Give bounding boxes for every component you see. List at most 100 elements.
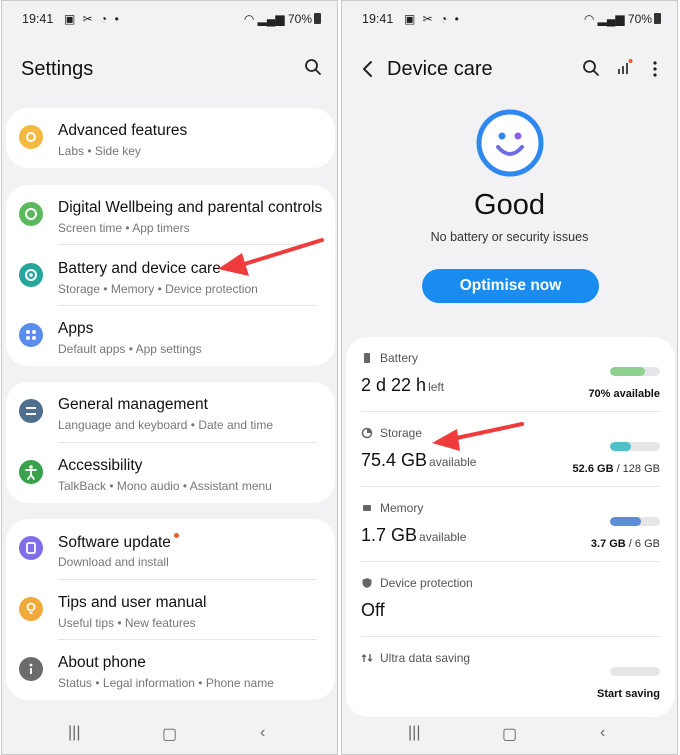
memory-chip-icon <box>361 501 373 513</box>
shield-icon <box>361 576 373 588</box>
metric-label: Device protection <box>380 576 473 590</box>
metric-right: 52.6 GB / 128 GB <box>573 463 660 475</box>
signal-icon: ▂▄▆ <box>257 12 285 26</box>
device-status-label: Good <box>474 189 545 221</box>
signal-icon: ▂▄▆ <box>597 12 625 26</box>
storage-used: 52.6 GB <box>572 463 614 475</box>
memory-metric[interactable]: Memory 1.7 GB available 3.7 GB / 6 GB <box>346 487 675 562</box>
software-update-icon <box>19 536 43 560</box>
metric-right: 70% available <box>588 388 660 400</box>
diagnostics-icon[interactable] <box>615 57 637 79</box>
item-subtitle: Labs • Side key <box>58 144 141 158</box>
item-subtitle: Screen time • App timers <box>58 221 190 235</box>
optimise-now-button[interactable]: Optimise now <box>422 269 599 303</box>
item-subtitle: Status • Legal information • Phone name <box>58 676 274 690</box>
general-management-icon <box>19 399 43 423</box>
update-badge-dot <box>173 533 179 538</box>
metric-label: Ultra data saving <box>380 651 471 665</box>
memory-total: / 6 GB <box>625 538 660 550</box>
status-right: ◠ ▂▄▆ 70% <box>584 12 661 26</box>
metric-right: Start saving <box>597 688 660 700</box>
more-options-icon[interactable] <box>645 59 667 81</box>
notification-icons: ▣ ✂ ◔ • <box>404 12 461 26</box>
apps-icon <box>19 323 43 347</box>
page-title: Settings <box>21 58 94 80</box>
metric-right: 3.7 GB / 6 GB <box>591 538 660 550</box>
memory-unit: available <box>419 530 467 544</box>
tips-bulb-icon <box>19 597 43 621</box>
status-time: 19:41 <box>362 12 394 26</box>
storage-total: / 128 GB <box>613 463 660 475</box>
item-title: Digital Wellbeing and parental controls <box>58 199 323 216</box>
storage-unit: available <box>429 455 477 469</box>
ultra-data-bar <box>610 667 660 676</box>
metric-label: Battery <box>380 351 419 365</box>
storage-pie-icon <box>361 426 373 439</box>
notification-icons: ▣ ✂ ◔ • <box>64 12 121 26</box>
battery-percent: 70% <box>287 12 312 26</box>
home-button[interactable]: ▢ <box>502 724 517 744</box>
item-subtitle: Download and install <box>58 555 169 569</box>
device-status-subtitle: No battery or security issues <box>430 230 589 244</box>
wifi-icon: ◠ <box>243 12 255 26</box>
start-saving-label[interactable]: Start saving <box>597 688 660 700</box>
battery-small-icon <box>361 351 373 363</box>
accessibility-icon <box>19 460 43 484</box>
memory-level-fill <box>610 517 641 526</box>
info-icon <box>19 657 43 681</box>
search-icon[interactable] <box>304 58 326 80</box>
item-title: Battery and device care <box>58 260 221 277</box>
settings-item-apps[interactable]: Apps Default apps • App settings <box>6 306 335 366</box>
back-arrow-icon[interactable] <box>358 59 380 81</box>
item-title: Accessibility <box>58 457 143 474</box>
storage-value: 75.4 GB <box>361 450 428 470</box>
memory-value: 1.7 GB <box>361 525 418 545</box>
storage-level-bar <box>610 442 660 451</box>
settings-item-advanced-features[interactable]: Advanced features Labs • Side key <box>6 108 335 168</box>
navigation-bar: ||| ▢ ‹ <box>342 714 677 754</box>
metric-label: Storage <box>380 426 423 440</box>
back-button[interactable]: ‹ <box>600 724 605 742</box>
battery-icon <box>314 13 321 24</box>
search-icon[interactable] <box>582 59 604 81</box>
item-subtitle: Language and keyboard • Date and time <box>58 418 274 432</box>
battery-metric[interactable]: Battery 2 d 22 h left 70% available <box>346 337 675 412</box>
status-bar: 19:41 ▣ ✂ ◔ • ◠ ▂▄▆ 70% <box>342 1 677 39</box>
battery-icon <box>654 13 661 24</box>
advanced-features-icon <box>19 125 43 149</box>
battery-level-fill <box>610 367 645 376</box>
metric-value: 75.4 GB available <box>361 450 476 471</box>
red-arrow-annotation <box>218 238 324 276</box>
ultra-data-saving-metric[interactable]: Ultra data saving Start saving <box>346 637 675 712</box>
back-button[interactable]: ‹ <box>260 724 265 742</box>
status-bar: 19:41 ▣ ✂ ◔ • ◠ ▂▄▆ 70% <box>2 1 337 39</box>
recent-apps-button[interactable]: ||| <box>68 724 80 742</box>
page-title: Device care <box>387 58 493 80</box>
settings-item-tips-user-manual[interactable]: Tips and user manual Useful tips • New f… <box>6 580 335 640</box>
home-button[interactable]: ▢ <box>162 724 177 744</box>
settings-item-accessibility[interactable]: Accessibility TalkBack • Mono audio • As… <box>6 443 335 503</box>
settings-item-software-update[interactable]: Software update Download and install <box>6 519 335 579</box>
settings-item-about-phone[interactable]: About phone Status • Legal information •… <box>6 640 335 700</box>
item-title: General management <box>58 396 208 413</box>
protection-value: Off <box>361 600 385 620</box>
item-title: Tips and user manual <box>58 594 207 611</box>
battery-percent: 70% <box>627 12 652 26</box>
status-smiley-icon <box>476 109 544 177</box>
device-protection-metric[interactable]: Device protection Off <box>346 562 675 637</box>
battery-device-care-icon <box>19 263 43 287</box>
navigation-bar: ||| ▢ ‹ <box>2 714 337 754</box>
device-care-screen: 19:41 ▣ ✂ ◔ • ◠ ▂▄▆ 70% Device care Good… <box>341 0 678 755</box>
device-care-card: Battery 2 d 22 h left 70% available Stora… <box>346 337 675 717</box>
item-subtitle: Default apps • App settings <box>58 342 202 356</box>
settings-item-general-management[interactable]: General management Language and keyboard… <box>6 382 335 442</box>
settings-group-3: General management Language and keyboard… <box>6 382 335 503</box>
status-right: ◠ ▂▄▆ 70% <box>244 12 321 26</box>
recent-apps-button[interactable]: ||| <box>408 724 420 742</box>
settings-screen: 19:41 ▣ ✂ ◔ • ◠ ▂▄▆ 70% Settings Advance… <box>1 0 338 755</box>
settings-group-4: Software update Download and install Tip… <box>6 519 335 700</box>
storage-level-fill <box>610 442 631 451</box>
metric-label: Memory <box>380 501 424 515</box>
memory-used: 3.7 GB <box>590 538 626 550</box>
battery-available: 70% available <box>588 388 660 400</box>
